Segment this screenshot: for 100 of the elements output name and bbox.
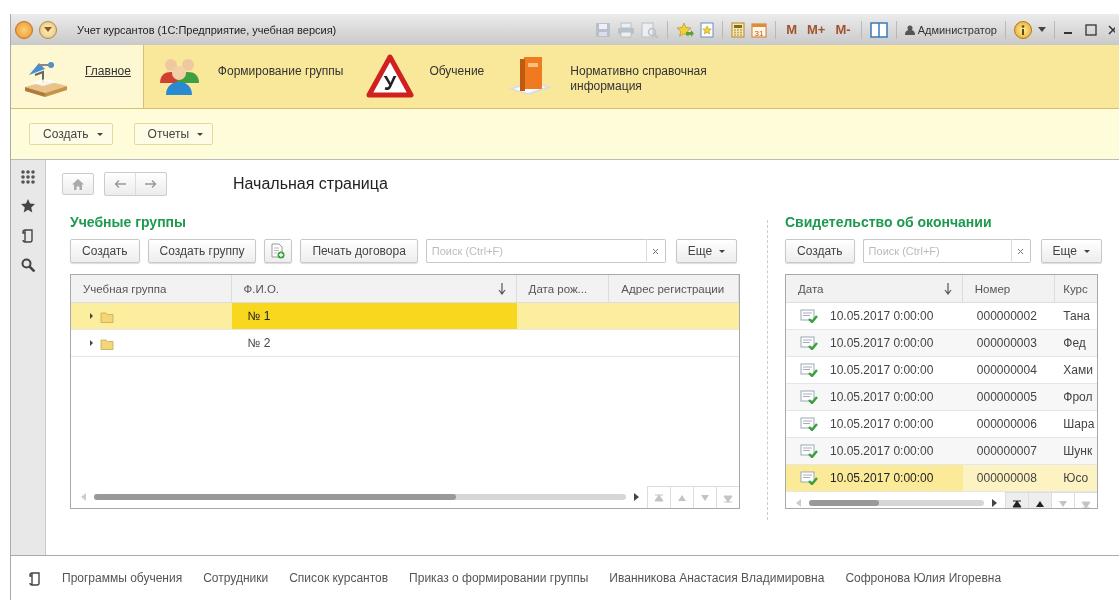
column-header[interactable]: Учебная группа bbox=[71, 275, 232, 302]
table-row[interactable]: 10.05.2017 0:00:00 000000007 Шунк bbox=[786, 438, 1097, 465]
scroll-up-button[interactable] bbox=[1028, 492, 1051, 508]
section-title: Свидетельство об окончании bbox=[785, 214, 993, 232]
table-row[interactable]: № 2 bbox=[71, 330, 739, 357]
caret-icon bbox=[719, 249, 726, 253]
section-tab[interactable]: Главное bbox=[11, 45, 144, 108]
menu-button[interactable]: Создать bbox=[29, 123, 113, 145]
table-row[interactable]: 10.05.2017 0:00:00 000000003 Фед bbox=[786, 330, 1097, 357]
expand-arrow-icon[interactable] bbox=[89, 340, 94, 346]
memory-button[interactable]: M- bbox=[833, 22, 853, 37]
toolbar-button[interactable]: Печать договора bbox=[300, 239, 418, 263]
star-arrow-icon[interactable] bbox=[676, 21, 695, 38]
column-header[interactable]: Курс bbox=[1055, 275, 1097, 302]
search-field[interactable]: Поиск (Ctrl+F) bbox=[862, 239, 1011, 263]
scroll-right-icon[interactable] bbox=[633, 493, 639, 501]
history-link[interactable]: Программы обучения bbox=[62, 571, 183, 585]
table-cell: 10.05.2017 0:00:00 bbox=[830, 363, 934, 377]
history-link[interactable]: Иванникова Анастасия Владимировна bbox=[609, 571, 825, 585]
table-cell: Шунк bbox=[1063, 444, 1093, 458]
history-link[interactable]: Приказ о формировании группы bbox=[409, 571, 589, 585]
folder-icon bbox=[100, 336, 114, 350]
history-link[interactable]: Сотрудники bbox=[203, 571, 269, 585]
clear-button[interactable] bbox=[645, 239, 666, 263]
scroll-to-top-button[interactable] bbox=[1005, 492, 1028, 508]
table-cell: 000000004 bbox=[976, 363, 1037, 377]
menu-button[interactable]: Отчеты bbox=[133, 123, 214, 145]
column-header[interactable]: Дата bbox=[786, 275, 963, 302]
star-icon[interactable] bbox=[21, 199, 35, 213]
caret-icon bbox=[44, 27, 52, 32]
history-link[interactable]: Список курсантов bbox=[289, 571, 389, 585]
document-check-icon bbox=[800, 390, 818, 404]
section-tab[interactable]: Формирование группы bbox=[143, 45, 356, 108]
table-row[interactable]: 10.05.2017 0:00:00 000000005 Фрол bbox=[786, 384, 1097, 411]
more-button[interactable]: Еще bbox=[675, 239, 738, 263]
table-cell: 000000002 bbox=[976, 309, 1037, 323]
add-document-button[interactable] bbox=[264, 239, 293, 263]
column-header[interactable]: Адрес регистрации bbox=[609, 275, 739, 302]
column-header[interactable]: Ф.И.О. bbox=[231, 275, 517, 302]
search-field[interactable]: Поиск (Ctrl+F) bbox=[425, 239, 646, 263]
table-cell: 000000008 bbox=[976, 471, 1037, 485]
table-cell: Фед bbox=[1063, 336, 1086, 350]
history-icon[interactable] bbox=[29, 570, 41, 586]
table-cell: 000000007 bbox=[976, 444, 1037, 458]
user-icon bbox=[904, 24, 915, 35]
to-top-icon bbox=[1011, 497, 1023, 508]
toolbar-button[interactable]: Создать bbox=[70, 239, 140, 263]
search-icon[interactable] bbox=[21, 258, 35, 272]
document-plus-icon bbox=[271, 243, 286, 259]
dropdown-icon[interactable] bbox=[1038, 27, 1046, 32]
document-check-icon bbox=[800, 309, 818, 323]
table-cell: 000000003 bbox=[976, 336, 1037, 350]
column-header[interactable]: Дата рож... bbox=[516, 275, 610, 302]
table-cell: 000000005 bbox=[976, 390, 1037, 404]
table-cell: 10.05.2017 0:00:00 bbox=[830, 336, 934, 350]
scroll-right-icon[interactable] bbox=[991, 499, 997, 507]
section-tab[interactable]: Нормативно справочная информация bbox=[496, 45, 723, 108]
window-title: Учет курсантов (1С:Предприятие, учебная версия) bbox=[77, 23, 337, 36]
table-row[interactable]: № 1 bbox=[71, 303, 739, 330]
table-cell: 10.05.2017 0:00:00 bbox=[830, 417, 934, 431]
apps-grid-icon[interactable] bbox=[21, 170, 35, 184]
user-button[interactable]: Администратор bbox=[904, 23, 997, 36]
panels-icon[interactable] bbox=[869, 21, 888, 38]
clear-button[interactable] bbox=[1010, 239, 1031, 263]
calendar-icon[interactable]: 31 bbox=[751, 21, 768, 38]
memory-button[interactable]: M bbox=[784, 22, 800, 37]
table-cell: Юсо bbox=[1063, 471, 1089, 485]
toolbar-button[interactable]: Создать группу bbox=[147, 239, 257, 263]
section-tab[interactable]: У Обучение bbox=[355, 45, 497, 108]
scroll-left-icon[interactable] bbox=[796, 499, 802, 507]
table-cell: Хами bbox=[1063, 363, 1093, 377]
app-logo-icon[interactable] bbox=[15, 20, 33, 39]
history-link[interactable]: Софронова Юлия Игоревна bbox=[845, 571, 1002, 585]
history-icon[interactable] bbox=[22, 228, 34, 243]
toolbar-button[interactable]: Создать bbox=[785, 239, 855, 263]
main-menu-button[interactable] bbox=[39, 20, 57, 39]
table-cell: Тана bbox=[1063, 309, 1091, 323]
info-icon bbox=[1021, 24, 1025, 35]
home-button[interactable] bbox=[62, 173, 94, 195]
more-button[interactable]: Еще bbox=[1040, 239, 1103, 263]
memory-button[interactable]: M+ bbox=[805, 22, 828, 37]
table-cell: № 1 bbox=[247, 309, 271, 323]
close-icon bbox=[652, 247, 660, 255]
column-header[interactable]: Номер bbox=[962, 275, 1056, 302]
document-check-icon bbox=[800, 336, 818, 350]
home-icon bbox=[72, 178, 84, 190]
warning-sign-icon: У bbox=[365, 53, 416, 99]
scrollbar[interactable] bbox=[94, 494, 626, 500]
sort-arrow-icon bbox=[943, 282, 952, 295]
close-icon[interactable] bbox=[1107, 24, 1115, 35]
expand-arrow-icon[interactable] bbox=[89, 313, 94, 319]
calculator-icon[interactable] bbox=[731, 21, 746, 38]
scrollbar[interactable] bbox=[809, 500, 984, 506]
info-button[interactable] bbox=[1014, 20, 1032, 39]
caret-icon bbox=[1084, 249, 1091, 253]
table-cell: 10.05.2017 0:00:00 bbox=[830, 444, 934, 458]
sort-arrow-icon bbox=[497, 282, 506, 295]
maximize-icon[interactable] bbox=[1085, 23, 1097, 36]
scroll-left-icon[interactable] bbox=[81, 493, 87, 501]
folder-icon bbox=[100, 309, 114, 323]
